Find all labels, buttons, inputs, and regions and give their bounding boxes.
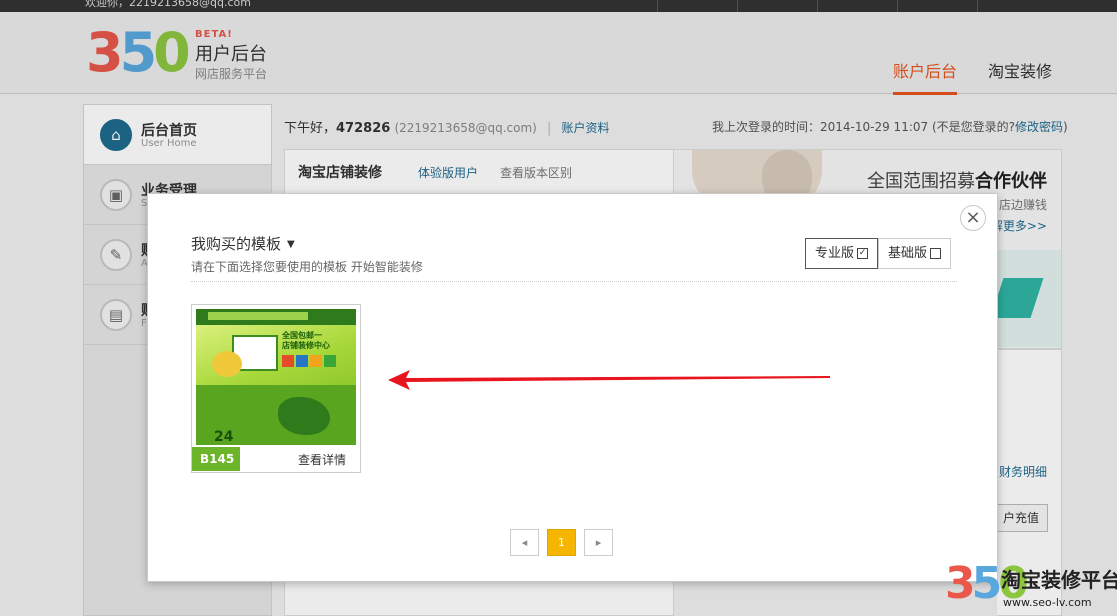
basic-version-button[interactable]: 基础版	[878, 238, 952, 269]
thumb-headline-line: 全国包邮一	[282, 331, 322, 340]
checkbox-icon	[930, 248, 942, 259]
prev-page-button[interactable]: ◂	[510, 529, 539, 556]
watermark-digit: 5	[971, 558, 1003, 609]
red-arrow-annotation	[388, 370, 830, 390]
pro-version-label: 专业版	[815, 246, 855, 261]
modal-subtitle: 请在下面选择您要使用的模板 开始智能装修	[191, 260, 423, 274]
version-toggle: 专业版 ✓ 基础版	[805, 238, 952, 269]
basic-version-label: 基础版	[888, 246, 928, 261]
divider	[191, 281, 957, 282]
page-1-button[interactable]: 1	[547, 529, 576, 556]
watermark-logo: 350 淘宝装修平台 www.seo-lv.com	[945, 560, 1117, 616]
thumb-headline: 全国包邮一 店铺装修中心	[282, 331, 330, 351]
view-details-link[interactable]: 查看详情	[298, 451, 346, 468]
watermark-digit: 3	[945, 558, 976, 609]
next-page-button[interactable]: ▸	[584, 529, 613, 556]
checkbox-checked-icon: ✓	[857, 248, 869, 259]
close-button[interactable]: ×	[960, 205, 986, 231]
template-card[interactable]: 全国包邮一 店铺装修中心 24 B145 查看详情	[191, 304, 361, 473]
thumb-hotline: 24	[214, 429, 234, 445]
template-thumbnail[interactable]: 全国包邮一 店铺装修中心 24	[196, 309, 356, 445]
thumb-icons	[282, 355, 336, 367]
pagination: ◂ 1 ▸	[510, 529, 613, 556]
coins-graphic	[212, 351, 242, 377]
watermark-url: www.seo-lv.com	[1003, 596, 1092, 609]
thumb-topbar	[196, 309, 356, 325]
template-code-badge: B145	[192, 447, 240, 471]
my-templates-dropdown[interactable]: 我购买的模板 ▼	[191, 233, 295, 254]
watermark-name: 淘宝装修平台	[1001, 568, 1117, 592]
caret-down-icon: ▼	[287, 239, 295, 250]
pro-version-button[interactable]: 专业版 ✓	[805, 238, 879, 269]
modal-title: 我购买的模板	[191, 235, 282, 253]
thumb-headline-line: 店铺装修中心	[282, 341, 330, 350]
